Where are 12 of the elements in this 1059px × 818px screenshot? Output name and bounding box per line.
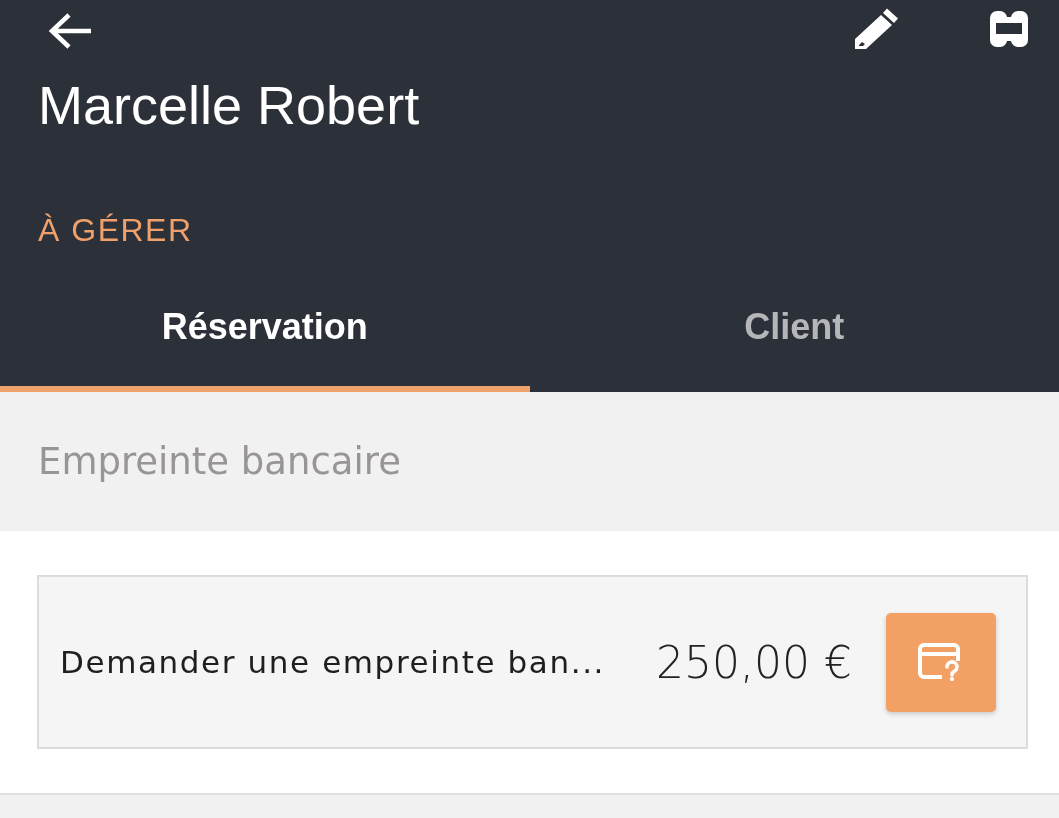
request-label: Demander une empreinte ban... xyxy=(60,644,606,680)
edit-button[interactable] xyxy=(854,8,899,50)
tab[interactable]: Client xyxy=(529,283,1059,392)
guest-name-title: Marcelle Robert xyxy=(38,75,421,135)
pencil-icon xyxy=(854,8,899,50)
back-button[interactable] xyxy=(47,12,93,50)
section-title: Empreinte bancaire xyxy=(38,440,401,483)
back-arrow-icon xyxy=(47,12,93,50)
amount-text: 250,00 € xyxy=(656,636,852,688)
binoculars-icon xyxy=(989,10,1029,48)
binoculars-button[interactable] xyxy=(989,10,1029,48)
status-label: À GÉRER xyxy=(38,211,194,249)
